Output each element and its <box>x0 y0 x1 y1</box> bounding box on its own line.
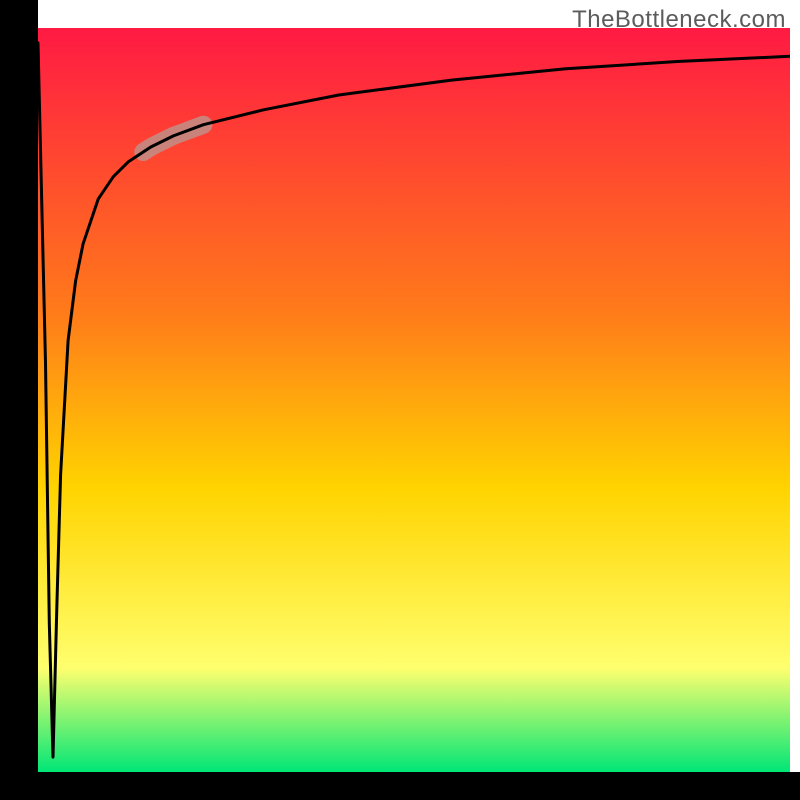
watermark-label: TheBottleneck.com <box>572 6 786 34</box>
bottleneck-chart <box>0 0 800 800</box>
x-axis <box>0 772 800 800</box>
chart-stage: TheBottleneck.com <box>0 0 800 800</box>
y-axis <box>0 0 38 800</box>
